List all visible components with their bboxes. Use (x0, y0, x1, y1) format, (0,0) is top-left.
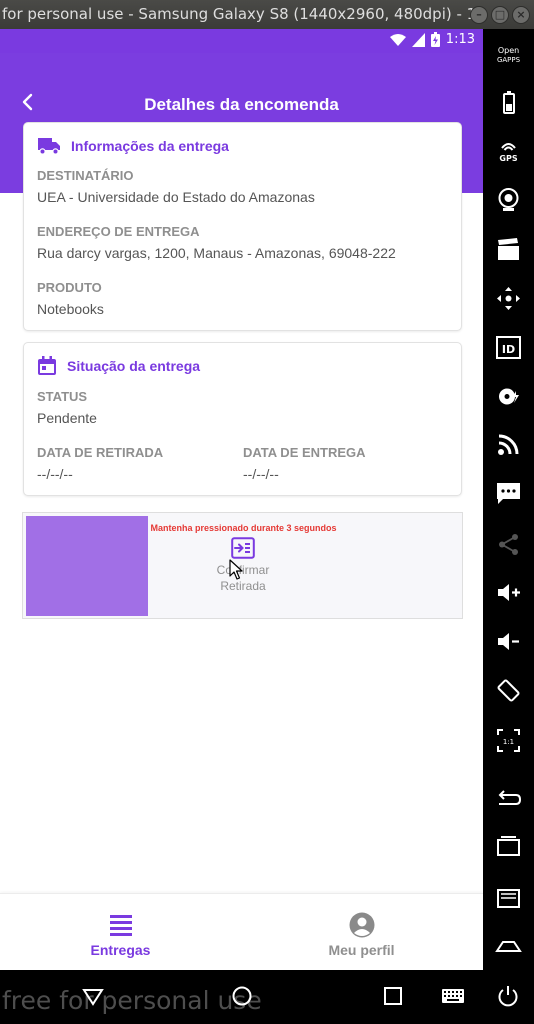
maximize-button[interactable]: □ (491, 6, 509, 24)
power-icon[interactable] (496, 984, 520, 1008)
disk-io-icon[interactable] (495, 383, 522, 410)
sms-icon[interactable] (495, 480, 522, 507)
signal-icon (411, 32, 425, 47)
svg-text:Open: Open (498, 46, 519, 55)
delivery-date-label: DATA DE ENTREGA (243, 445, 366, 460)
address-value: Rua darcy vargas, 1200, Manaus - Amazona… (37, 245, 396, 261)
status-time: 1:13 (445, 32, 475, 47)
nav-item-entregas[interactable]: Entregas (0, 894, 241, 970)
gps-icon[interactable]: GPS (495, 137, 522, 164)
pickup-date-label: DATA DE RETIRADA (37, 445, 164, 460)
product-value: Notebooks (37, 301, 104, 317)
window-controls: – □ × (470, 6, 530, 24)
address-label: ENDEREÇO DE ENTREGA (37, 224, 200, 239)
nav-item-meu-perfil[interactable]: Meu perfil (241, 894, 482, 970)
home-tool-icon[interactable] (495, 931, 522, 958)
delivery-info-card: Informações da entrega DESTINATÁRIO UEA … (23, 122, 462, 331)
svg-text:GPS: GPS (499, 154, 517, 163)
wifi-icon (389, 33, 406, 46)
back-triangle-icon[interactable] (81, 984, 105, 1008)
clapperboard-icon[interactable] (495, 236, 522, 263)
battery-icon (430, 32, 440, 47)
recipient-value: UEA - Universidade do Estado do Amazonas (37, 189, 315, 205)
android-navigation-bar: free for personal use (0, 970, 534, 1024)
menu-tool-icon[interactable] (495, 885, 522, 912)
svg-text:1:1: 1:1 (503, 738, 514, 746)
delivery-info-title: Informações da entrega (71, 138, 229, 154)
status-icons: 1:13 (389, 32, 475, 47)
delivery-status-header: Situação da entrega (37, 356, 200, 376)
emulator-toolbar: Open GAPPS GPS ID 1:1 (483, 29, 534, 970)
window-title: for personal use - Samsung Galaxy S8 (14… (2, 5, 486, 23)
close-window-button[interactable]: × (512, 6, 530, 24)
share-icon[interactable] (495, 531, 522, 558)
status-label: STATUS (37, 389, 88, 404)
minimize-button[interactable]: – (470, 6, 488, 24)
rss-cast-icon[interactable] (495, 431, 522, 458)
keyboard-icon[interactable] (441, 984, 465, 1008)
window-title-bar: for personal use - Samsung Galaxy S8 (14… (0, 0, 534, 29)
back-arrow-tool-icon[interactable] (495, 785, 522, 812)
delivery-info-header: Informações da entrega (37, 137, 229, 155)
bottom-navigation: Entregas Meu perfil (0, 893, 483, 970)
volume-down-icon[interactable] (495, 628, 522, 655)
open-gapps-icon[interactable]: OpenGAPPS (495, 42, 522, 69)
page-title: Detalhes da encomenda (144, 95, 339, 114)
pixel-perfect-icon[interactable]: 1:1 (495, 727, 522, 754)
recipient-label: DESTINATÁRIO (37, 168, 134, 183)
account-circle-icon (349, 912, 374, 938)
nav-label-meu-perfil: Meu perfil (328, 942, 395, 958)
confirm-pickup-button[interactable]: Mantenha pressionado durante 3 segundos … (22, 512, 463, 619)
confirm-pickup-icon (231, 537, 255, 559)
pickup-date-value: --/--/-- (37, 466, 73, 482)
calendar-icon (38, 356, 56, 375)
emulator-window: for personal use - Samsung Galaxy S8 (14… (0, 0, 534, 1024)
home-circle-icon[interactable] (230, 984, 254, 1008)
product-label: PRODUTO (37, 280, 102, 295)
move-arrows-icon[interactable] (495, 285, 522, 312)
recent-apps-tool-icon[interactable] (495, 832, 522, 859)
volume-up-icon[interactable] (495, 579, 522, 606)
truck-icon (38, 138, 60, 155)
svg-text:ID: ID (502, 343, 515, 356)
rotate-screen-icon[interactable] (495, 677, 522, 704)
delivery-date-value: --/--/-- (243, 466, 279, 482)
status-value: Pendente (37, 410, 97, 426)
device-id-icon[interactable]: ID (495, 334, 522, 361)
delivery-status-title: Situação da entrega (67, 358, 201, 374)
webcam-icon[interactable] (495, 186, 522, 213)
recents-square-icon[interactable] (381, 984, 405, 1008)
svg-text:GAPPS: GAPPS (497, 56, 521, 64)
watermark-text: free for personal use (2, 986, 262, 1015)
delivery-status-card: Situação da entrega STATUS Pendente DATA… (23, 342, 462, 496)
status-bar: 1:13 (0, 29, 483, 53)
list-icon (109, 915, 132, 936)
hold-hint-text: Mantenha pressionado durante 3 segundos (150, 523, 337, 533)
mouse-pointer-icon (229, 559, 243, 580)
battery-tool-icon[interactable] (495, 89, 522, 116)
phone-screen: 1:13 Detalhes da encomenda Informações d… (0, 29, 483, 970)
nav-label-entregas: Entregas (90, 942, 151, 958)
